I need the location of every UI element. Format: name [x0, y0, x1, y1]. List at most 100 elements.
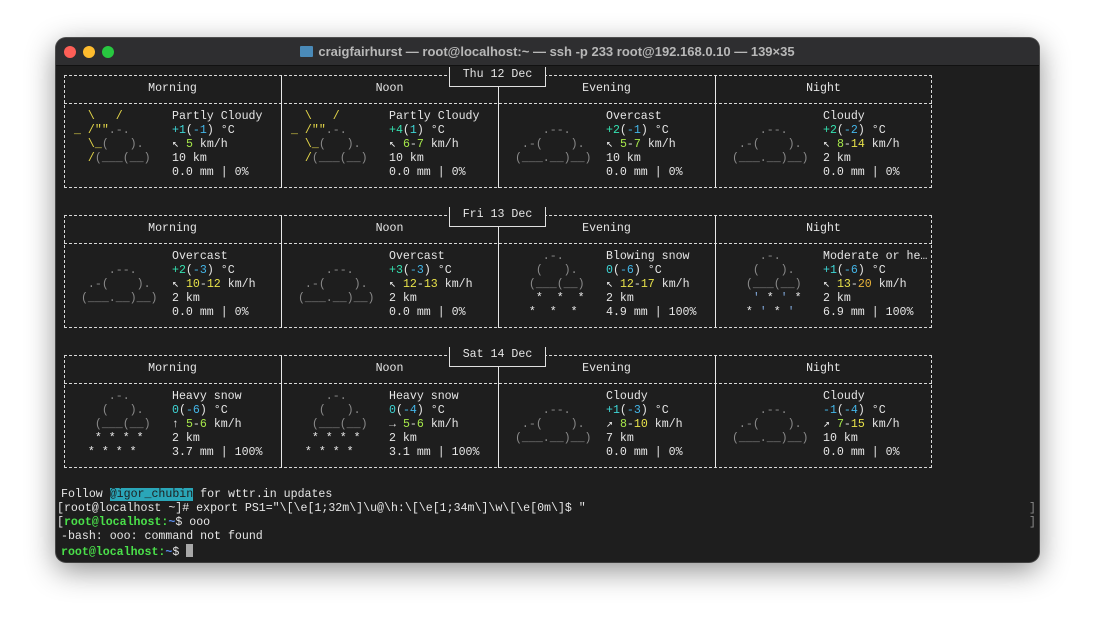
icon-line: .-( ).	[74, 278, 151, 291]
temp-unit: °C	[437, 264, 452, 277]
text-cursor[interactable]	[186, 544, 194, 557]
line-wrap-marker: ]	[1029, 516, 1036, 529]
temp-value: +2	[606, 124, 620, 137]
icon-line: (___.__)__)	[725, 152, 809, 165]
temp-unit: °C	[430, 404, 445, 417]
wind-min: 7	[836, 418, 844, 431]
precipitation: 3.1 mm | 100%	[389, 446, 480, 459]
visibility: 2 km	[606, 292, 634, 305]
icon-line	[725, 390, 802, 404]
period-header: Night	[806, 362, 841, 375]
wind-max: 13	[423, 278, 438, 291]
visibility: 2 km	[172, 432, 200, 445]
icon-line: /(___(__)	[291, 152, 375, 165]
window-title-text: craigfairhurst — root@localhost:~ — ssh …	[318, 44, 795, 59]
precipitation: 0.0 mm | 0%	[823, 166, 900, 179]
feels-like-value: -3	[626, 404, 641, 417]
period-header: Noon	[375, 222, 404, 235]
icon-line	[291, 306, 368, 320]
icon-line: \ /	[74, 110, 151, 123]
wind-max: 6	[416, 418, 424, 431]
terminal-content[interactable]: Thu 12 Dec Morning Noon Evening Night \ / _ …	[56, 66, 1039, 562]
precipitation: 4.9 mm | 100%	[606, 306, 697, 319]
temp-value: 0	[389, 404, 396, 417]
icon-line: .-.	[291, 390, 368, 403]
condition-text: Blowing snow	[606, 250, 690, 263]
period-header: Morning	[148, 222, 197, 235]
wind: ↖ 12-17 km/h	[606, 278, 690, 291]
icon-line	[725, 446, 802, 460]
wind-direction-icon: ↖	[172, 278, 179, 291]
icon-line	[291, 250, 368, 264]
icon-line: (___.__)__)	[291, 292, 375, 305]
shell-input-line[interactable]: root@localhost:~$	[61, 544, 194, 559]
twitter-handle-link[interactable]: @igor_chubin	[109, 488, 194, 501]
feels-like-value: -4	[402, 404, 417, 417]
icon-line	[291, 166, 368, 180]
feels-like-value: -1	[192, 124, 207, 137]
icon-line: (___.__)__)	[74, 292, 158, 305]
visibility: 10 km	[389, 152, 424, 165]
precipitation: 0.0 mm | 0%	[172, 166, 249, 179]
wind-max: 12	[206, 278, 221, 291]
icon-line	[508, 166, 585, 180]
prompt-sign: $	[172, 546, 187, 559]
visibility: 10 km	[606, 152, 641, 165]
wind: ↖ 6-7 km/h	[389, 138, 459, 151]
precipitation: 3.7 mm | 100%	[172, 446, 263, 459]
wind-max: 7	[633, 138, 641, 151]
temp-value: 0	[172, 404, 179, 417]
wind-unit: km/h	[430, 418, 459, 431]
wind-speed: 5	[185, 138, 193, 151]
condition-text: Moderate or he…	[823, 250, 928, 263]
temperature: +4(1) °C	[389, 124, 445, 137]
icon-line: ′ * ′ *	[725, 292, 802, 305]
feels-like-value: -6	[185, 404, 200, 417]
temp-value: +1	[172, 124, 186, 137]
icon-line	[508, 110, 585, 124]
wind-min: 6	[402, 138, 410, 151]
icon-line: \_( ).	[74, 138, 158, 151]
condition-text: Cloudy	[823, 110, 865, 123]
icon-line: (___(__)	[725, 278, 802, 291]
temperature: 0(-6) °C	[606, 264, 662, 277]
wind-min: 5	[402, 418, 410, 431]
condition-text: Partly Cloudy	[389, 110, 480, 123]
period-header: Evening	[582, 362, 631, 375]
temp-unit: °C	[871, 124, 886, 137]
icon-line: (___(__)	[508, 278, 585, 291]
temp-unit: °C	[654, 404, 669, 417]
temp-unit: °C	[871, 404, 886, 417]
wind: → 5-6 km/h	[389, 418, 459, 431]
wind-direction-icon: ↗	[606, 418, 613, 431]
wind-unit: km/h	[227, 278, 256, 291]
icon-line: .-( ).	[725, 418, 802, 431]
temp-value: +2	[823, 124, 837, 137]
temperature: +2(-3) °C	[172, 264, 235, 277]
temperature: 0(-4) °C	[389, 404, 445, 417]
icon-line	[74, 250, 151, 264]
wind-unit: km/h	[654, 418, 683, 431]
wind: ↖ 12-13 km/h	[389, 278, 473, 291]
wind-unit: km/h	[871, 418, 900, 431]
temperature: +3(-3) °C	[389, 264, 452, 277]
condition-text: Cloudy	[606, 390, 648, 403]
visibility: 2 km	[172, 292, 200, 305]
period-header: Night	[806, 82, 841, 95]
icon-line: (___.__)__)	[508, 432, 592, 445]
icon-line: .--.	[725, 124, 802, 137]
temperature: 0(-6) °C	[172, 404, 228, 417]
shell-output: -bash: ooo: command not found	[61, 530, 263, 544]
shell-command: ooo	[189, 516, 211, 529]
icon-line: ( ).	[508, 264, 585, 277]
wind: ↖ 10-12 km/h	[172, 278, 256, 291]
wind: ↑ 5-6 km/h	[172, 418, 242, 431]
title-bar[interactable]: craigfairhurst — root@localhost:~ — ssh …	[56, 38, 1039, 66]
icon-line	[725, 166, 802, 180]
icon-line	[725, 110, 802, 124]
temp-value: +2	[172, 264, 186, 277]
icon-line: \ /	[291, 110, 368, 123]
icon-line: .-( ).	[291, 278, 368, 291]
icon-line: * ′ * ′	[725, 306, 795, 319]
wind-max: 17	[640, 278, 655, 291]
